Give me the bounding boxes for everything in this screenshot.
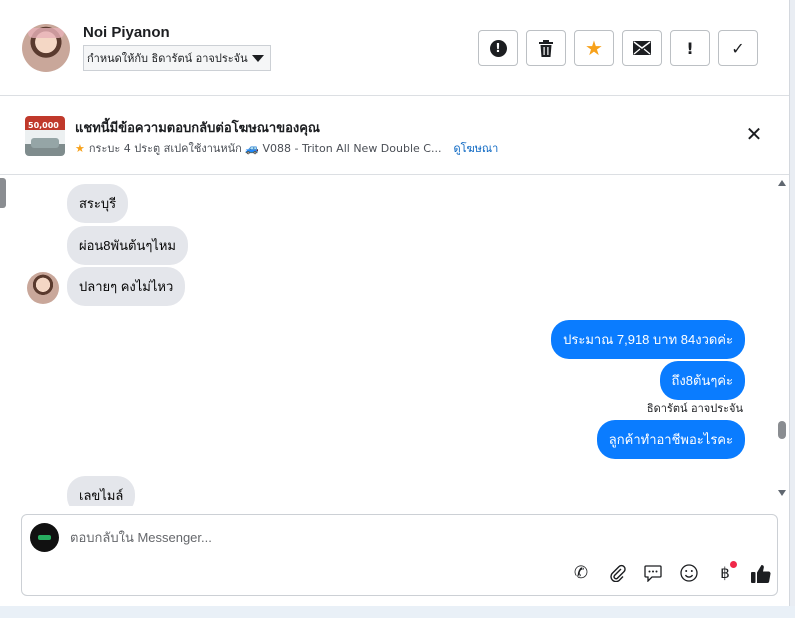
contact-name[interactable]: Noi Piyanon [83,24,170,41]
mark-done-button[interactable]: ✓ [718,30,758,66]
incoming-message: สระบุรี [67,184,129,223]
exclamation-icon: ! [686,38,694,58]
ad-title: แชทนี้มีข้อความตอบกลับต่อโฆษณาของคุณ [75,121,320,136]
check-icon: ✓ [731,38,745,58]
assign-label: กำหนดให้กับ ธิดารัตน์ อาจประจัน [87,52,248,65]
mail-icon [633,41,651,55]
like-button[interactable] [743,561,779,585]
bottom-edge [0,606,795,618]
emoji-icon [680,564,698,582]
follow-up-button[interactable]: ! [670,30,710,66]
delete-button[interactable] [526,30,566,66]
notification-dot [730,561,737,568]
star-icon: ★ [75,141,85,155]
alert-circle-icon: ! [489,39,507,57]
message-composer: ✆ ฿ [21,514,778,596]
contact-avatar-small [27,272,59,304]
thread-scrollbar[interactable] [776,176,789,506]
panel-edge [789,0,795,618]
outgoing-message: ถึง8ต้นๆค่ะ [659,361,745,400]
attach-button[interactable] [599,561,635,585]
saved-replies-icon [644,564,662,582]
incoming-message: ปลายๆ คงไม่ไหว [67,267,186,306]
phone-add-icon: ✆ [573,563,589,583]
trash-icon [539,39,553,57]
close-icon[interactable]: ✕ [744,122,764,146]
attach-icon [610,564,626,582]
call-button[interactable]: ✆ [563,561,599,585]
thumbs-up-icon [751,564,771,583]
payment-button[interactable]: ฿ [707,561,743,585]
star-button[interactable]: ★ [574,30,614,66]
emoji-button[interactable] [671,561,707,585]
outgoing-message: ลูกค้าทำอาชีพอะไรคะ [596,420,745,459]
incoming-message: ผ่อน8พันต้นๆไหม [67,226,188,265]
conversation-header: Noi Piyanon กำหนดให้กับ ธิดารัตน์ อาจประ… [0,0,789,96]
ad-thumbnail[interactable]: 50,000 [25,116,65,156]
baht-payment-icon: ฿ [720,564,730,582]
view-ad-link[interactable]: ดูโฆษณา [453,139,498,157]
contact-avatar[interactable] [22,24,70,72]
star-icon: ★ [585,36,603,60]
inbox-conversation-panel: Noi Piyanon กำหนดให้กับ ธิดารัตน์ อาจประ… [0,0,795,618]
reply-input[interactable] [70,530,670,545]
mark-unread-button[interactable] [622,30,662,66]
ad-thumbnail-price: 50,000 [28,121,59,130]
page-avatar [30,523,59,552]
saved-replies-button[interactable] [635,561,671,585]
left-scroll-indicator [0,178,6,208]
message-thread[interactable]: สระบุรี ผ่อน8พันต้นๆไหม ปลายๆ คงไม่ไหว ป… [6,176,776,506]
incoming-message: เลขไมล์ [67,476,136,506]
spam-button[interactable]: ! [478,30,518,66]
scroll-down-icon[interactable] [778,490,786,496]
assign-dropdown[interactable]: กำหนดให้กับ ธิดารัตน์ อาจประจัน [83,45,271,71]
scroll-up-icon[interactable] [778,180,786,186]
header-toolbar: ! ★ ! ✓ [478,30,758,66]
sender-label: ธิดารัตน์ อาจประจัน [646,402,743,415]
scroll-thumb[interactable] [778,421,786,439]
outgoing-message: ประมาณ 7,918 บาท 84งวดค่ะ [551,320,745,359]
ad-context-bar: 50,000 แชทนี้มีข้อความตอบกลับต่อโฆษณาของ… [0,97,789,175]
ad-subtitle: กระบะ 4 ประตู สเปคใช้งานหนัก 🚙 V088 - Tr… [88,142,442,155]
composer-toolbar: ✆ ฿ [563,561,779,585]
chevron-down-icon [252,55,264,62]
ad-subtitle-row: ★ กระบะ 4 ประตู สเปคใช้งานหนัก 🚙 V088 - … [75,139,498,157]
